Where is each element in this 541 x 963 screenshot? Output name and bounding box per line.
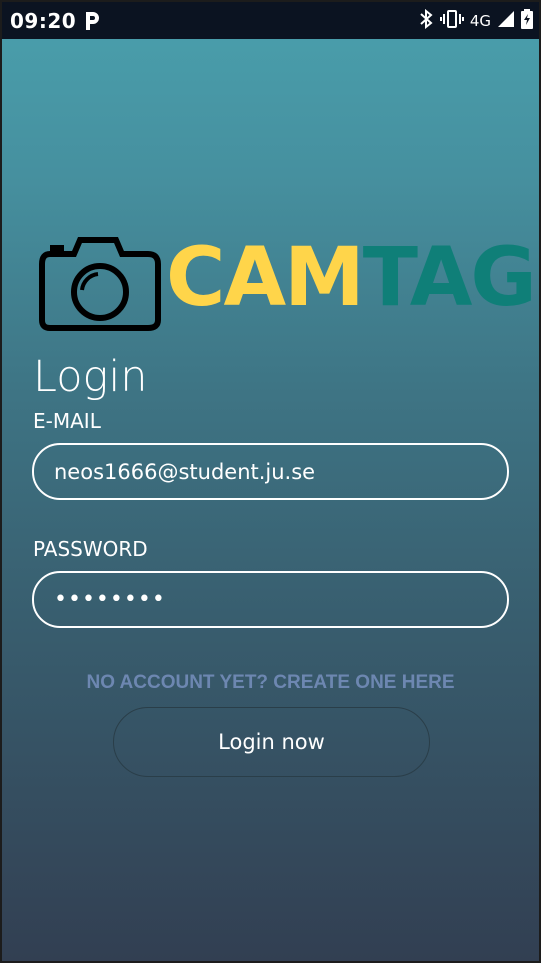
logo-text-cam: CAM [166, 231, 365, 325]
network-type: 4G [469, 12, 491, 30]
battery-charging-icon [521, 8, 533, 34]
app-screen: 09:20 4G CAMTAG Login E-MAIL neos1666@st… [2, 2, 539, 961]
logo-text: CAMTAG [166, 228, 537, 328]
signal-icon [497, 10, 515, 33]
status-bar: 09:20 4G [2, 2, 539, 39]
page-title: Login [33, 352, 148, 402]
login-button[interactable]: Login now [113, 707, 430, 777]
vibrate-icon [439, 9, 464, 34]
password-field[interactable] [32, 571, 509, 628]
camtag-logo: CAMTAG [38, 231, 537, 332]
create-account-link[interactable]: NO ACCOUNT YET? CREATE ONE HERE [2, 672, 539, 694]
email-field[interactable] [32, 443, 509, 500]
logo-text-tag: TAG [362, 231, 537, 325]
status-icons: 4G [418, 8, 533, 34]
email-label: E-MAIL [33, 409, 101, 433]
password-label: PASSWORD [33, 537, 148, 561]
status-time: 09:20 [10, 9, 77, 33]
parking-p-icon [82, 10, 102, 32]
bluetooth-icon [418, 8, 434, 34]
